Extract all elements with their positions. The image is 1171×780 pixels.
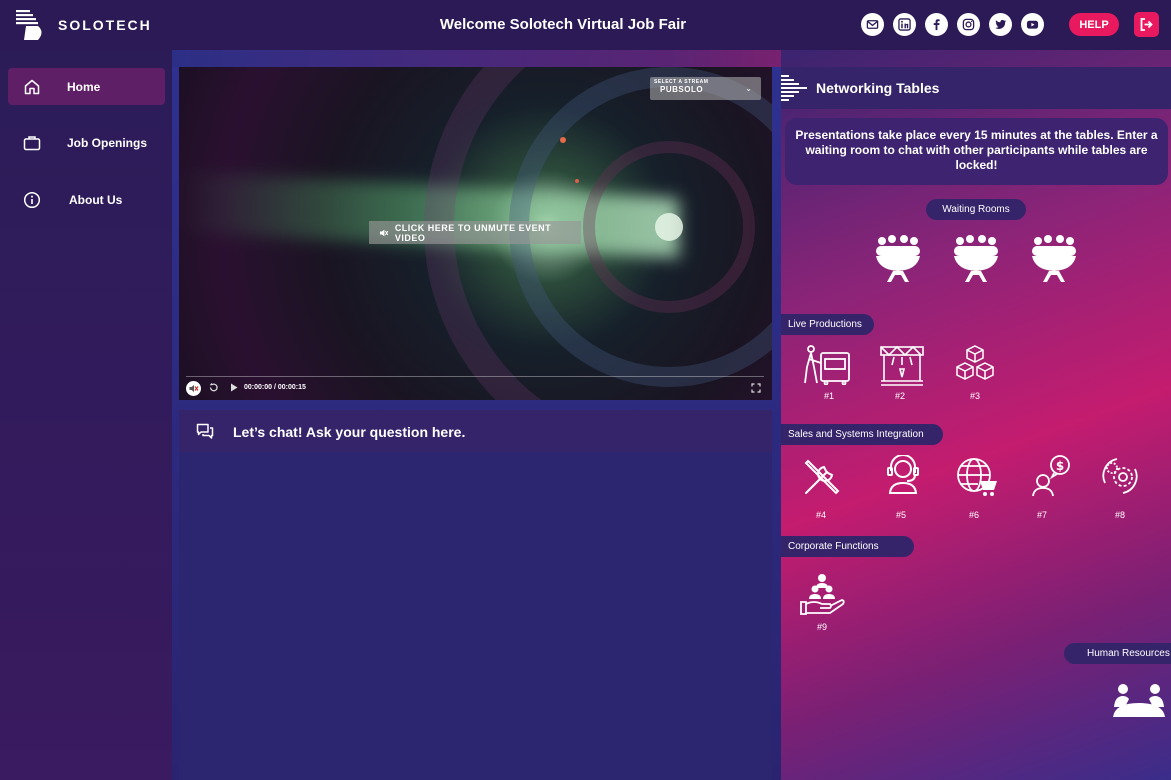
- linkedin-icon[interactable]: [893, 13, 916, 36]
- sidebar-item-about-us[interactable]: About Us: [8, 181, 165, 218]
- logout-button[interactable]: [1134, 12, 1159, 37]
- chevron-down-icon: ⌄: [745, 84, 752, 93]
- briefcase-icon: [23, 135, 41, 150]
- social-links: [861, 13, 1044, 36]
- table-2-stage-truss-icon[interactable]: [880, 345, 924, 387]
- table-1-equipment-case-icon[interactable]: [803, 345, 851, 385]
- waiting-rooms-label: Waiting Rooms: [926, 199, 1026, 220]
- table-number: #1: [823, 391, 834, 401]
- home-icon: [24, 79, 40, 94]
- table-number: #3: [969, 391, 980, 401]
- mute-toggle-icon[interactable]: [186, 381, 201, 396]
- facebook-icon[interactable]: [925, 13, 948, 36]
- table-number: #5: [895, 510, 906, 520]
- play-icon[interactable]: [229, 382, 239, 395]
- table-number: #7: [1036, 510, 1047, 520]
- mail-icon[interactable]: [861, 13, 884, 36]
- unmute-video-button[interactable]: CLICK HERE TO UNMUTE EVENT VIDEO: [369, 221, 581, 244]
- networking-notice: Presentations take place every 15 minute…: [785, 118, 1168, 185]
- fullscreen-icon[interactable]: [751, 383, 761, 395]
- section-human-resources: Human Resources: [1064, 643, 1171, 664]
- table-4-tools-icon[interactable]: [802, 457, 842, 497]
- table-9-helping-hand-icon[interactable]: [800, 572, 846, 616]
- mute-icon: [379, 229, 389, 236]
- svg-text:$: $: [1056, 459, 1064, 473]
- table-number: #9: [816, 622, 827, 632]
- help-button[interactable]: HELP: [1069, 13, 1119, 36]
- instagram-icon[interactable]: [957, 13, 980, 36]
- waiting-room-1-icon[interactable]: [873, 234, 923, 284]
- table-number: #4: [815, 510, 826, 520]
- human-resources-group-icon[interactable]: [1113, 683, 1165, 719]
- stream-select[interactable]: SELECT A STREAM PUBSOLO ⌄: [650, 77, 761, 100]
- chat-bubbles-icon: [196, 423, 214, 439]
- table-number: #8: [1114, 510, 1125, 520]
- sidebar-item-label: Home: [67, 79, 101, 94]
- youtube-icon[interactable]: [1021, 13, 1044, 36]
- section-sales-systems-integration: Sales and Systems Integration: [781, 424, 943, 445]
- table-6-globe-cart-icon[interactable]: [956, 457, 998, 497]
- chat-panel[interactable]: [179, 410, 772, 780]
- table-5-headset-agent-icon[interactable]: [885, 455, 921, 495]
- info-icon: [23, 191, 41, 208]
- networking-icon: [781, 75, 807, 101]
- chat-title: Let’s chat! Ask your question here.: [233, 424, 466, 440]
- twitter-icon[interactable]: [989, 13, 1012, 36]
- sidebar-item-job-openings[interactable]: Job Openings: [8, 124, 165, 161]
- top-bar: SOLOTECH Welcome Solotech Virtual Job Fa…: [0, 0, 1171, 50]
- stream-select-value: PUBSOLO: [660, 85, 704, 94]
- sidebar-item-home[interactable]: Home: [8, 68, 165, 105]
- table-3-boxes-icon[interactable]: [955, 345, 995, 383]
- section-live-productions: Live Productions: [781, 314, 874, 335]
- waiting-room-3-icon[interactable]: [1029, 234, 1079, 284]
- table-7-sales-rep-icon[interactable]: $: [1032, 455, 1072, 497]
- table-number: #2: [894, 391, 905, 401]
- replay-icon[interactable]: [208, 382, 219, 395]
- logout-icon: [1140, 18, 1153, 31]
- video-time: 00:00:00 / 00:00:15: [244, 384, 306, 391]
- sidebar-item-label: Job Openings: [67, 135, 148, 150]
- networking-title: Networking Tables: [816, 80, 940, 96]
- waiting-room-2-icon[interactable]: [951, 234, 1001, 284]
- section-corporate-functions: Corporate Functions: [781, 536, 914, 557]
- table-number: #6: [968, 510, 979, 520]
- unmute-label: CLICK HERE TO UNMUTE EVENT VIDEO: [394, 222, 552, 243]
- table-8-gears-icon[interactable]: [1099, 455, 1141, 497]
- video-progress-bar[interactable]: [186, 376, 764, 377]
- sidebar-item-label: About Us: [69, 192, 123, 207]
